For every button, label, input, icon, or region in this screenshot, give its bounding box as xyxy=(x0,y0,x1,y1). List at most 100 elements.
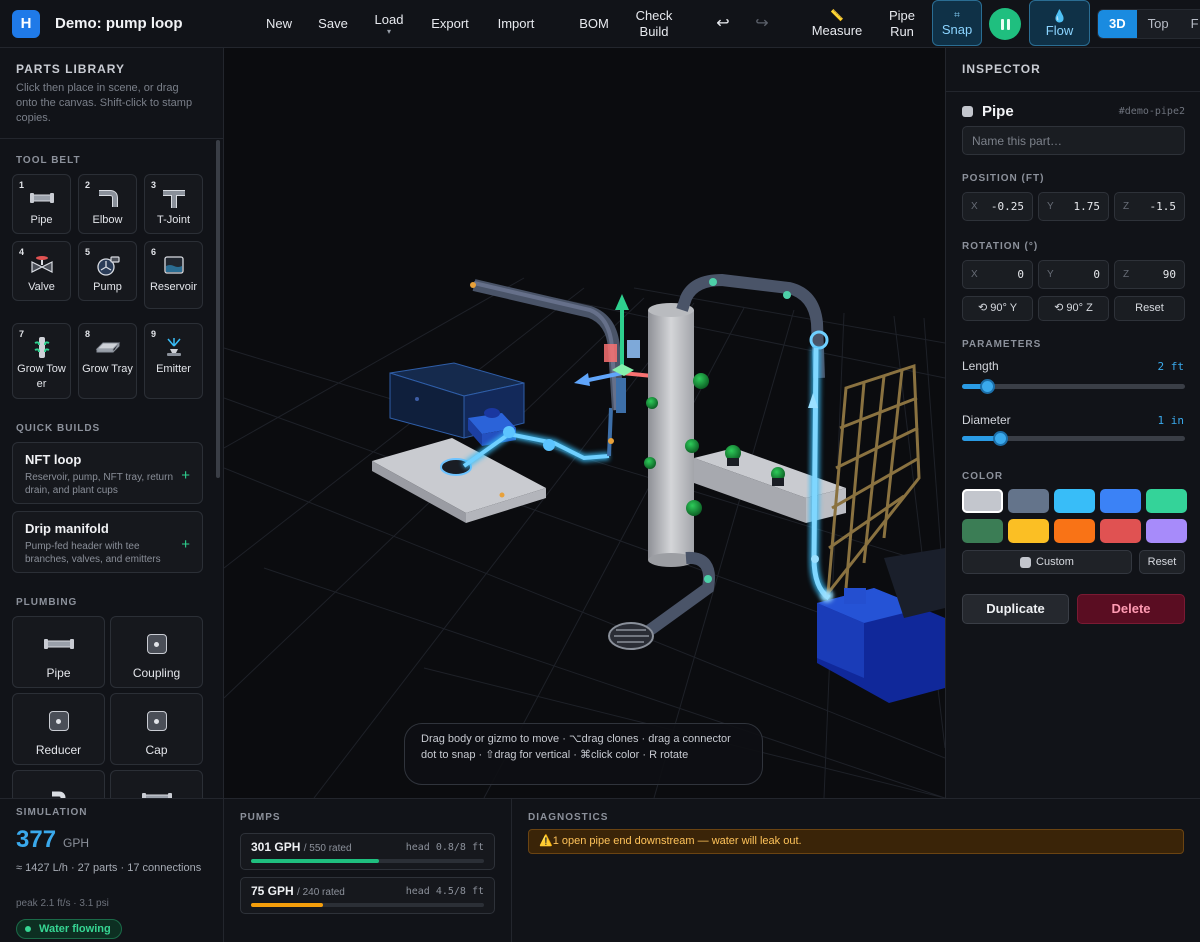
part-type: Pipe xyxy=(982,103,1014,120)
pipe-model-arch[interactable] xyxy=(676,273,829,379)
color-swatch[interactable] xyxy=(1054,519,1095,543)
axis-label: Y xyxy=(1047,269,1054,280)
app-logo: H xyxy=(12,10,40,38)
export-button[interactable]: Export xyxy=(430,0,470,48)
plumbing-union[interactable] xyxy=(110,770,203,798)
pump-card[interactable]: 301 GPH / 550 rated head 0.8/8 ft xyxy=(240,833,495,870)
rotation-y-field[interactable]: Y0 xyxy=(1038,260,1109,289)
view-3d-button[interactable]: 3D xyxy=(1098,10,1137,38)
quick-build-description: Pump-fed header with tee branches, valve… xyxy=(25,541,161,565)
grid-snap-icon: ⌗ xyxy=(954,9,960,21)
library-scrollbar[interactable] xyxy=(216,140,220,478)
plumbing-elbow[interactable] xyxy=(12,770,105,798)
bom-button[interactable]: BOM xyxy=(579,0,609,48)
plumbing-title: PLUMBING xyxy=(16,597,78,608)
tool-grow-tray[interactable]: 8 Grow Tray xyxy=(78,323,137,399)
grow-tower-model[interactable] xyxy=(644,303,709,567)
save-button[interactable]: Save xyxy=(318,0,348,48)
check-build-button[interactable]: Check Build xyxy=(634,0,674,48)
tool-pump[interactable]: 5 Pump xyxy=(78,241,137,301)
pause-icon-bar-left xyxy=(1000,18,1004,30)
undo-button[interactable]: ↩ xyxy=(714,0,732,48)
quick-build-title: NFT loop xyxy=(25,452,82,467)
tool-emitter[interactable]: 9 Emitter xyxy=(144,323,203,399)
measure-button[interactable]: 📏 Measure xyxy=(810,0,864,48)
diameter-value: 1 in xyxy=(1157,414,1185,427)
drain-pipe-model[interactable] xyxy=(608,551,715,650)
tool-label: Valve xyxy=(28,281,55,293)
tool-valve[interactable]: 4 Valve xyxy=(12,241,71,301)
import-button[interactable]: Import xyxy=(496,0,536,48)
color-swatch[interactable] xyxy=(1008,489,1049,513)
color-swatch[interactable] xyxy=(1100,489,1141,513)
new-button[interactable]: New xyxy=(265,0,293,48)
color-swatch[interactable] xyxy=(1100,519,1141,543)
tool-t-joint[interactable]: 3 T-Joint xyxy=(144,174,203,234)
position-y-field[interactable]: Y 1.75 xyxy=(1038,192,1109,221)
redo-button[interactable]: ↪ xyxy=(753,0,771,48)
scene-canvas[interactable]: Drag body or gizmo to move · ⌥drag clone… xyxy=(224,48,945,798)
length-slider-thumb[interactable] xyxy=(979,379,995,394)
tool-elbow[interactable]: 2 Elbow xyxy=(78,174,137,234)
delete-button[interactable]: Delete xyxy=(1077,594,1185,624)
snap-toggle[interactable]: ⌗ Snap xyxy=(932,0,982,46)
length-slider[interactable] xyxy=(962,379,1185,394)
pump-flow-value: 301 GPH xyxy=(251,840,301,854)
diameter-slider-thumb[interactable] xyxy=(992,431,1008,446)
rotate-90-z-button[interactable]: ⟲ 90° Z xyxy=(1038,296,1109,321)
plumbing-label: Cap xyxy=(145,743,168,757)
grow-tray-model[interactable] xyxy=(694,445,846,523)
tool-grow-tower[interactable]: 7 Grow Tower xyxy=(12,323,71,399)
position-z-field[interactable]: Z -1.5 xyxy=(1114,192,1185,221)
scene-viewport[interactable] xyxy=(224,48,945,798)
diagnostic-message: 1 open pipe end downstream — water will … xyxy=(552,835,802,847)
nft-tray-model[interactable] xyxy=(372,438,546,523)
chevron-down-icon: ▾ xyxy=(386,27,391,36)
quick-build-nft-loop[interactable]: NFT loop Reservoir, pump, NFT tray, retu… xyxy=(12,442,203,504)
rotation-reset-button[interactable]: Reset xyxy=(1114,296,1185,321)
position-x-field[interactable]: X -0.25 xyxy=(962,192,1033,221)
quick-build-drip-manifold[interactable]: Drip manifold Pump-fed header with tee b… xyxy=(12,511,203,573)
diagnostic-warning[interactable]: ⚠️1 open pipe end downstream — water wil… xyxy=(528,829,1184,854)
view-front-button[interactable]: F xyxy=(1180,10,1200,38)
hotkey-number: 6 xyxy=(151,247,157,257)
color-swatch[interactable] xyxy=(962,519,1003,543)
undo-icon: ↩ xyxy=(716,15,730,32)
part-name-input[interactable] xyxy=(962,126,1185,155)
plumbing-coupling[interactable]: Coupling xyxy=(110,616,203,688)
pump-capacity-bar xyxy=(251,859,484,863)
color-swatch[interactable] xyxy=(1146,489,1187,513)
diameter-slider[interactable] xyxy=(962,431,1185,446)
flow-toggle[interactable]: 💧 Flow xyxy=(1029,0,1090,46)
rotate-90-y-button[interactable]: ⟲ 90° Y xyxy=(962,296,1033,321)
load-label: Load xyxy=(374,12,404,27)
plumbing-reducer[interactable]: Reducer xyxy=(12,693,105,765)
tool-reservoir[interactable]: 6 Reservoir xyxy=(144,241,203,309)
rotation-x-field[interactable]: X0 xyxy=(962,260,1033,289)
status-panel: SIMULATION 377 GPH ≈ 1427 L/h · 27 parts… xyxy=(0,798,1200,942)
color-swatch[interactable] xyxy=(1146,519,1187,543)
tool-label: Elbow xyxy=(92,214,123,226)
pause-simulation-button[interactable] xyxy=(989,8,1021,40)
pipe-run-label-2: Run xyxy=(890,24,914,39)
tool-pipe[interactable]: 1 Pipe xyxy=(12,174,71,234)
plumbing-cap[interactable]: Cap xyxy=(110,693,203,765)
elbow-icon xyxy=(96,187,120,209)
load-button[interactable]: Load ▾ xyxy=(372,0,406,48)
custom-color-button[interactable]: Custom xyxy=(962,550,1132,574)
pump-model-large[interactable] xyxy=(817,548,945,703)
plumbing-pipe[interactable]: Pipe xyxy=(12,616,105,688)
color-swatch[interactable] xyxy=(1008,519,1049,543)
pump-card[interactable]: 75 GPH / 240 rated head 4.5/8 ft xyxy=(240,877,495,914)
custom-color-swatch xyxy=(1020,556,1032,568)
selected-pipe-model[interactable] xyxy=(808,347,833,603)
view-top-button[interactable]: Top xyxy=(1137,10,1180,38)
canvas-hint: Drag body or gizmo to move · ⌥drag clone… xyxy=(404,723,763,785)
color-reset-button[interactable]: Reset xyxy=(1139,550,1185,574)
pipe-run-button[interactable]: Pipe Run xyxy=(888,0,916,48)
coupling-icon xyxy=(146,633,167,655)
color-swatch[interactable] xyxy=(1054,489,1095,513)
duplicate-button[interactable]: Duplicate xyxy=(962,594,1069,624)
color-swatch[interactable] xyxy=(962,489,1003,513)
rotation-z-field[interactable]: Z 90 xyxy=(1114,260,1185,289)
